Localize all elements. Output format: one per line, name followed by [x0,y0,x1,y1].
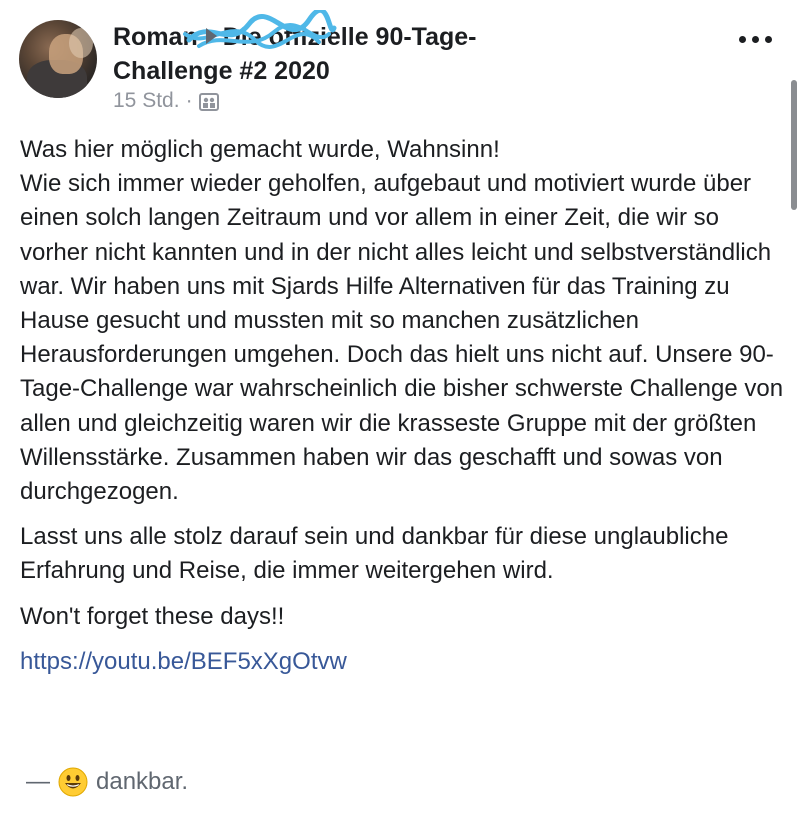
group-post: Roman Die offizielle 90-Tage- Challenge … [0,0,800,818]
scrollbar[interactable] [791,80,797,210]
more-options-icon[interactable] [739,36,772,43]
group-name-part1[interactable]: Die offizielle 90-Tage- [223,23,477,51]
post-title-line-1: Roman Die offizielle 90-Tage- [113,10,713,54]
post-paragraph: Lasst uns alle stolz darauf sein und dan… [20,523,729,585]
group-name-part2[interactable]: Challenge #2 2020 [113,54,713,88]
meta-separator: · [185,89,193,112]
group-privacy-icon [198,93,219,111]
post-paragraph: Wie sich immer wieder geholfen, aufgebau… [20,170,784,506]
post-paragraph: Was hier möglich gemacht wurde, Wahnsinn… [20,136,500,163]
avatar[interactable] [19,20,97,98]
grinning-face-emoji [58,767,88,797]
post-meta: 15 Std. · [113,88,713,114]
arrow-right-icon [205,28,217,45]
feeling-text: dankbar. [96,768,189,795]
post-body: Was hier möglich gemacht wurde, Wahnsinn… [20,133,785,679]
feeling-activity: — dankbar. [26,767,188,797]
feeling-dash: — [26,768,50,795]
author-name[interactable]: Roman [113,23,198,51]
post-header: Roman Die offizielle 90-Tage- Challenge … [113,10,713,114]
post-paragraph: Won't forget these days!! [20,602,285,630]
post-timestamp[interactable]: 15 Std. [113,88,180,114]
youtube-link[interactable]: https://youtu.be/BEF5xXgOtvw [20,648,347,675]
